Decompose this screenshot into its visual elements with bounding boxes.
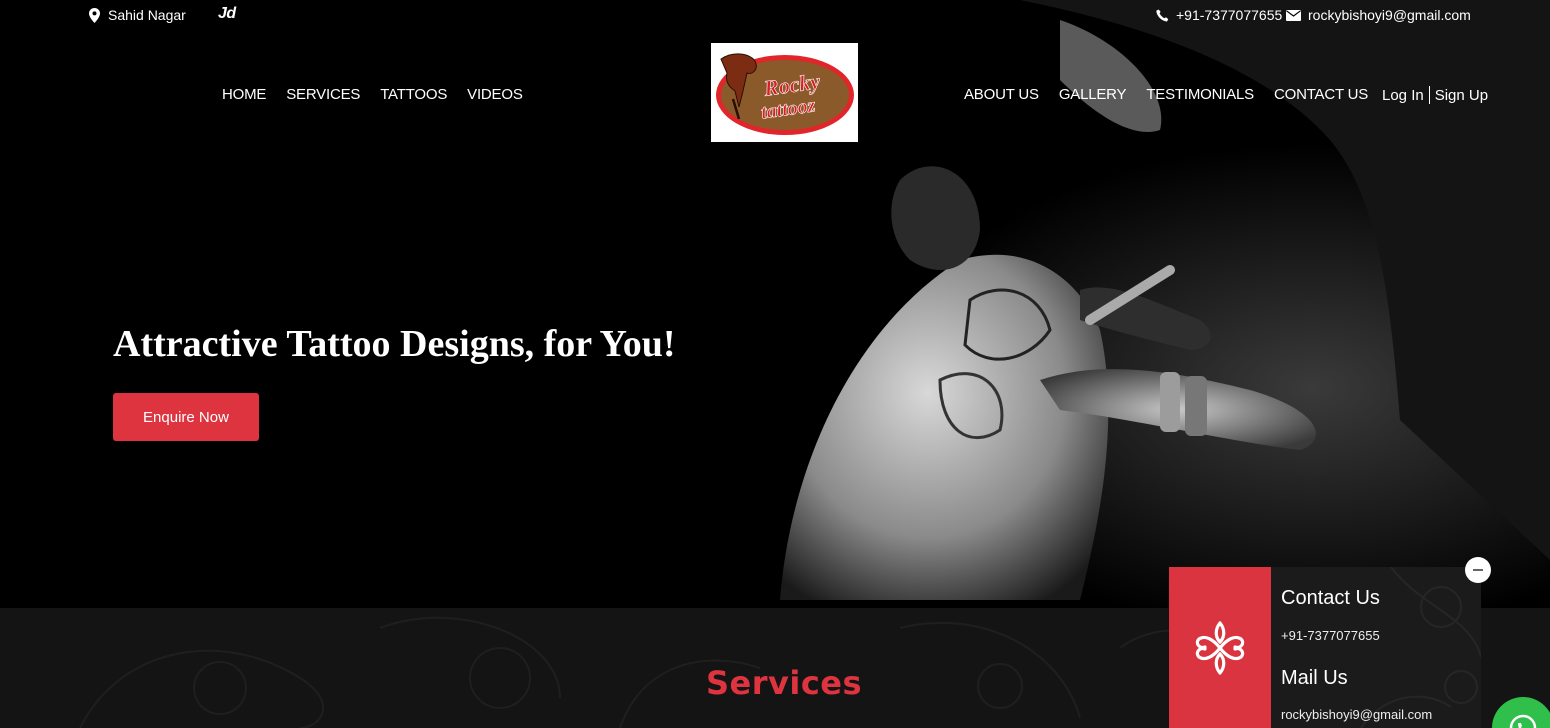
location-pin-icon [89, 7, 100, 23]
phone-link[interactable]: +91-7377077655 [1156, 7, 1282, 23]
nav-videos[interactable]: VIDEOS [467, 86, 523, 103]
email-text: rockybishoyi9@gmail.com [1308, 7, 1471, 23]
site-logo[interactable]: Rocky tattooz [711, 43, 858, 142]
location-text: Sahid Nagar [108, 7, 186, 23]
mail-us-title: Mail Us [1281, 667, 1348, 689]
hero-headline: Attractive Tattoo Designs, for You! [113, 323, 676, 365]
email-link[interactable]: rockybishoyi9@gmail.com [1286, 7, 1471, 23]
whatsapp-icon [1509, 714, 1537, 728]
contact-panel-accent [1169, 567, 1271, 728]
nav-gallery[interactable]: GALLERY [1059, 86, 1127, 103]
contact-email-value[interactable]: rockybishoyi9@gmail.com [1281, 707, 1432, 722]
signup-link[interactable]: Sign Up [1435, 87, 1488, 104]
tribal-ornament-icon [1195, 620, 1245, 675]
rocky-tattooz-logo: Rocky tattooz [716, 53, 854, 135]
primary-nav-right: ABOUT US GALLERY TESTIMONIALS CONTACT US [964, 86, 1368, 103]
enquire-now-button[interactable]: Enquire Now [113, 393, 259, 441]
minimize-panel-button[interactable] [1465, 557, 1491, 583]
nav-contact-us[interactable]: CONTACT US [1274, 86, 1368, 103]
primary-nav-left: HOME SERVICES TATTOOS VIDEOS [222, 86, 523, 103]
floating-contact-panel: Contact Us +91-7377077655 Mail Us rockyb… [1169, 567, 1481, 728]
mail-icon [1286, 9, 1301, 21]
auth-links: Log In Sign Up [1382, 86, 1488, 104]
nav-services[interactable]: SERVICES [286, 86, 360, 103]
phone-text: +91-7377077655 [1176, 7, 1283, 23]
nav-testimonials[interactable]: TESTIMONIALS [1146, 86, 1254, 103]
justdial-link[interactable]: Jd [218, 5, 236, 23]
auth-separator [1428, 86, 1430, 104]
contact-phone-value[interactable]: +91-7377077655 [1281, 628, 1380, 643]
phone-icon [1156, 9, 1169, 21]
nav-about-us[interactable]: ABOUT US [964, 86, 1039, 103]
top-info-bar: Sahid Nagar Jd +91-7377077655 rockybisho… [0, 0, 1550, 34]
contact-us-title: Contact Us [1281, 587, 1380, 609]
nav-home[interactable]: HOME [222, 86, 266, 103]
location[interactable]: Sahid Nagar [89, 7, 186, 23]
minimize-icon [1473, 569, 1483, 571]
login-link[interactable]: Log In [1382, 87, 1424, 104]
nav-tattoos[interactable]: TATTOOS [380, 86, 447, 103]
